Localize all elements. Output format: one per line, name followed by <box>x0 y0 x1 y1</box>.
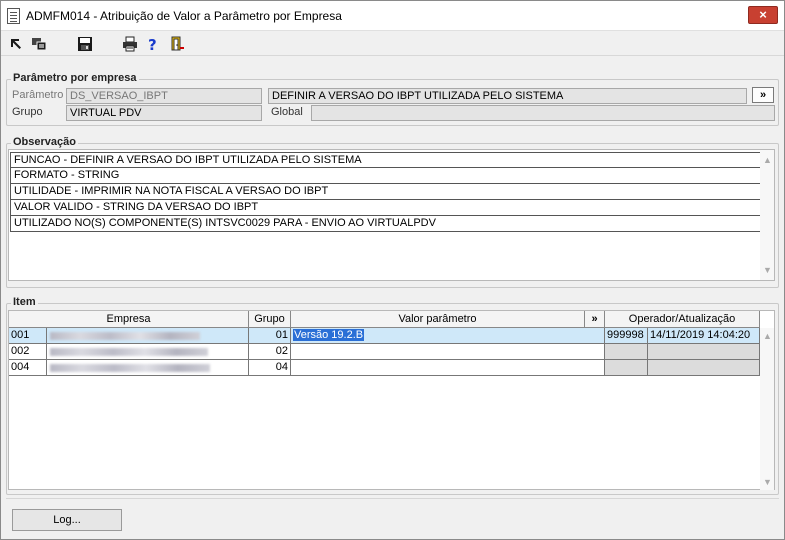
redacted-text <box>50 364 210 372</box>
observacao-line: VALOR VALIDO - STRING DA VERSAO DO IBPT <box>10 200 762 216</box>
observacao-group-title: Observação <box>11 136 78 148</box>
document-icon <box>7 8 20 24</box>
atualizacao-cell <box>648 360 760 376</box>
application-window: ADMFM014 - Atribuição de Valor a Parâmet… <box>0 0 785 540</box>
svg-text:?: ? <box>148 36 157 53</box>
expand-description-button[interactable]: » <box>752 87 774 103</box>
valor-selected-text: Versão 19.2.B <box>293 329 365 341</box>
redacted-text <box>50 332 200 340</box>
scroll-up-icon[interactable]: ▲ <box>763 156 772 165</box>
help-icon[interactable]: ? <box>144 35 162 54</box>
empresa-code-cell: 002 <box>9 344 47 360</box>
scroll-up-icon[interactable]: ▲ <box>763 332 772 341</box>
global-field[interactable] <box>311 105 775 121</box>
item-scrollbar[interactable]: ▲ ▼ <box>760 328 774 490</box>
windows-icon[interactable] <box>30 35 48 53</box>
scroll-down-icon[interactable]: ▼ <box>763 478 772 487</box>
observacao-line: UTILIZADO NO(S) COMPONENTE(S) INTSVC0029… <box>10 216 762 232</box>
empresa-code-cell: 004 <box>9 360 47 376</box>
column-header-empresa[interactable]: Empresa <box>9 311 249 328</box>
footer-separator <box>6 498 779 499</box>
observacao-textbox[interactable]: FUNCAO - DEFINIR A VERSAO DO IBPT UTILIZ… <box>8 149 775 281</box>
item-grid: Empresa Grupo Valor parâmetro » Operador… <box>8 310 775 490</box>
empresa-code-cell: 001 <box>9 328 47 344</box>
parametro-group-title: Parâmetro por empresa <box>11 72 139 84</box>
atualizacao-cell: 14/11/2019 14:04:20 <box>648 328 760 344</box>
save-icon[interactable] <box>76 35 94 53</box>
window-title: ADMFM014 - Atribuição de Valor a Parâmet… <box>26 9 342 23</box>
observacao-scrollbar[interactable]: ▲ ▼ <box>760 150 774 280</box>
title-bar: ADMFM014 - Atribuição de Valor a Parâmet… <box>1 1 784 31</box>
observacao-line: FUNCAO - DEFINIR A VERSAO DO IBPT UTILIZ… <box>10 152 762 168</box>
empresa-name-cell <box>47 360 249 376</box>
door-exit-icon[interactable] <box>168 35 186 53</box>
valor-cell[interactable]: Versão 19.2.B <box>291 328 605 344</box>
valor-cell[interactable] <box>291 344 605 360</box>
expand-valor-button[interactable]: » <box>585 311 605 328</box>
toolbar: ? <box>1 32 784 56</box>
operador-cell <box>605 360 648 376</box>
column-header-valor[interactable]: Valor parâmetro <box>291 311 585 328</box>
observacao-line: UTILIDADE - IMPRIMIR NA NOTA FISCAL A VE… <box>10 184 762 200</box>
item-group-title: Item <box>11 296 38 308</box>
grupo-cell: 04 <box>249 360 291 376</box>
scroll-down-icon[interactable]: ▼ <box>763 266 772 275</box>
operador-cell: 999998 <box>605 328 648 344</box>
empresa-name-cell <box>47 344 249 360</box>
parametro-field[interactable]: DS_VERSAO_IBPT <box>66 88 262 104</box>
grupo-cell: 02 <box>249 344 291 360</box>
close-button[interactable]: × <box>748 6 778 24</box>
descricao-field[interactable]: DEFINIR A VERSAO DO IBPT UTILIZADA PELO … <box>268 88 747 104</box>
parametro-label: Parâmetro <box>12 89 64 101</box>
atualizacao-cell <box>648 344 760 360</box>
global-label: Global <box>271 106 303 118</box>
exit-icon[interactable] <box>8 35 26 53</box>
print-icon[interactable] <box>121 35 139 53</box>
empresa-name-cell <box>47 328 249 344</box>
grupo-label: Grupo <box>12 106 43 118</box>
redacted-text <box>50 348 208 356</box>
column-header-operador[interactable]: Operador/Atualização <box>605 311 760 328</box>
grupo-cell: 01 <box>249 328 291 344</box>
log-button[interactable]: Log... <box>12 509 122 531</box>
observacao-line: FORMATO - STRING <box>10 168 762 184</box>
column-header-grupo[interactable]: Grupo <box>249 311 291 328</box>
valor-cell[interactable] <box>291 360 605 376</box>
operador-cell <box>605 344 648 360</box>
grupo-field[interactable]: VIRTUAL PDV <box>66 105 262 121</box>
